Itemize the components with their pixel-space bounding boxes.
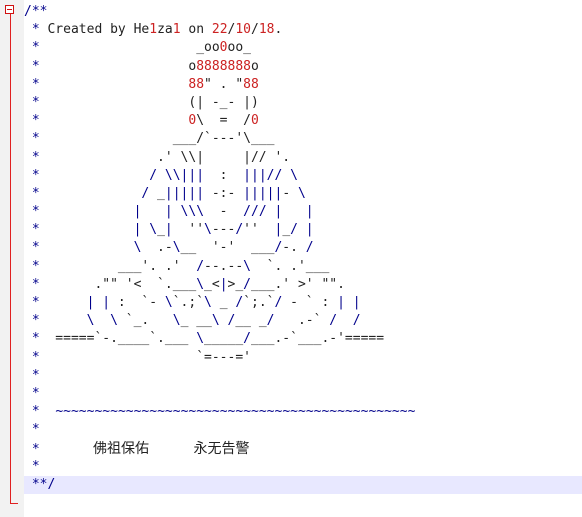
code-line[interactable]: * =====`-.____`.___ \_____/___.-`___.-'=… [24, 330, 582, 348]
code-line[interactable]: * | \_| ''\---/'' |_/ | [24, 221, 582, 239]
code-line[interactable]: * | | : `- \`.;`\ _ /`;.`/ - ` : | | [24, 294, 582, 312]
comment-text: Created by He1za1 on 22/10/18. [39, 22, 283, 38]
code-line[interactable]: * \ \ `_. \_ __\ /__ _/ .-` / / [24, 312, 582, 330]
comment-text: / \\||| : |||// \ [149, 167, 298, 183]
comment-text: `=---=' [39, 349, 251, 365]
comment-text: 佛祖保佑 永无告警 [39, 440, 250, 457]
comment-star: * [24, 58, 40, 74]
comment-star: * [24, 441, 40, 457]
comment-star: * [24, 295, 40, 310]
comment-star: * [24, 385, 40, 401]
fold-end-marker [10, 503, 18, 504]
comment-star: * [24, 404, 40, 420]
code-line[interactable]: * ___'. .' /--.--\ `. .'___ [24, 258, 582, 276]
code-line[interactable]: * 0\ = /0 [24, 112, 582, 130]
comment-star: * [24, 40, 40, 56]
comment-text: | | : `- \`.;`\ _ /`;.`/ - ` : | | [86, 295, 361, 310]
comment-text: (| -_- |) [39, 94, 259, 110]
code-line[interactable]: * 88" . "88 [24, 76, 582, 94]
comment-star: * [24, 313, 40, 329]
code-line[interactable]: * ~~~~~~~~~~~~~~~~~~~~~~~~~~~~~~~~~~~~~~… [24, 403, 582, 421]
code-line[interactable]: **/ [24, 475, 582, 495]
comment-star: * [24, 94, 40, 110]
comment-text: _oo0oo_ [39, 40, 251, 56]
comment-star: * [24, 422, 40, 438]
comment-text: / _||||| -:- |||||- \ [141, 185, 306, 201]
code-line[interactable]: * / \\||| : |||// \ [24, 167, 582, 185]
comment-star: * [24, 185, 40, 201]
comment-star: * [24, 113, 40, 129]
code-line[interactable]: /** [24, 3, 582, 21]
editor-gutter [0, 0, 24, 517]
comment-text: o8888888o [39, 58, 259, 74]
comment-text: .' \\| |// '. [39, 149, 291, 165]
code-line[interactable]: * [24, 458, 582, 476]
code-line[interactable]: * ___/`---'\___ [24, 130, 582, 148]
comment-star: * [24, 204, 40, 220]
comment-star: * [24, 331, 40, 347]
comment-text: \ \ `_. \_ __\ /__ _/ .-` / / [86, 313, 361, 329]
comment-text: ___/`---'\___ [39, 131, 275, 147]
comment-star: * [24, 76, 40, 92]
comment-star: * [24, 222, 40, 238]
fold-collapse-icon[interactable] [5, 5, 14, 14]
fold-guide-line [10, 10, 11, 503]
comment-star: * [24, 276, 40, 292]
code-line[interactable]: * [24, 367, 582, 385]
code-line[interactable]: * [24, 385, 582, 403]
code-line[interactable]: * .' \\| |// '. [24, 149, 582, 167]
code-line[interactable]: * ."" '< `.___\_<|>_/___.' >' "". [24, 276, 582, 294]
comment-star: * [24, 131, 40, 147]
comment-text: ~~~~~~~~~~~~~~~~~~~~~~~~~~~~~~~~~~~~~~~~… [55, 404, 416, 420]
comment-text: \ .-\__ '-' ___/-. / [133, 240, 314, 256]
comment-star: * [24, 258, 40, 274]
comment-text: | \_| ''\---/'' |_/ | [133, 222, 314, 238]
comment-star: * [24, 458, 40, 474]
comment-star: * [24, 367, 40, 383]
comment-star: * [24, 149, 40, 165]
comment-star: /** [24, 4, 48, 19]
comment-star: * [24, 167, 40, 183]
code-line[interactable]: * o8888888o [24, 58, 582, 76]
comment-star: * [24, 349, 40, 365]
comment-text: 0\ = /0 [188, 113, 259, 129]
comment-star: * [24, 240, 40, 256]
code-line[interactable]: * Created by He1za1 on 22/10/18. [24, 21, 582, 39]
code-line[interactable]: * \ .-\__ '-' ___/-. / [24, 239, 582, 257]
code-line[interactable]: * / _||||| -:- |||||- \ [24, 185, 582, 203]
code-line[interactable]: * _oo0oo_ [24, 39, 582, 57]
comment-text: =====`-.____`.___ \_____/___.-`___.-'===… [39, 331, 385, 347]
comment-star: * [24, 22, 40, 38]
code-line[interactable]: * | | \\\ - /// | | [24, 203, 582, 221]
comment-text: | | \\\ - /// | | [133, 204, 314, 220]
comment-text: 88" . "88 [188, 76, 259, 92]
code-line[interactable]: * `=---=' [24, 349, 582, 367]
code-line[interactable]: * 佛祖保佑 永无告警 [24, 440, 582, 458]
code-line[interactable]: * [24, 421, 582, 439]
comment-text: ___'. .' /--.--\ `. .'___ [39, 258, 330, 274]
comment-star: **/ [24, 476, 56, 492]
code-line[interactable]: * (| -_- |) [24, 94, 582, 112]
code-editor[interactable]: /** * Created by He1za1 on 22/10/18. * _… [24, 0, 582, 517]
comment-text: ."" '< `.___\_<|>_/___.' >' "". [39, 276, 345, 292]
